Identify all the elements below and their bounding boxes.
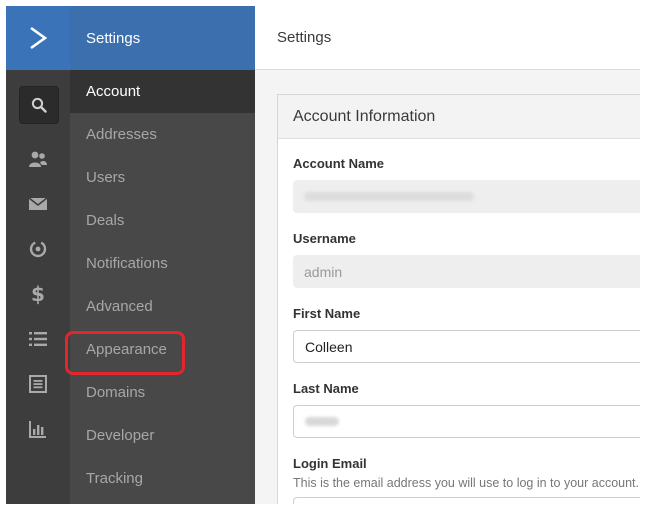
last-name-label: Last Name: [293, 381, 359, 396]
page-title: Settings: [255, 6, 640, 70]
username-value: admin: [304, 263, 343, 280]
login-email-label: Login Email: [293, 456, 367, 471]
search-icon[interactable]: [19, 86, 59, 124]
sidebar-item-developer[interactable]: Developer: [70, 414, 255, 457]
activecampaign-logo-icon[interactable]: [6, 6, 70, 70]
first-name-value: Colleen: [305, 338, 353, 355]
automations-icon[interactable]: [6, 234, 70, 264]
first-name-label: First Name: [293, 306, 361, 321]
icon-rail: $: [6, 6, 70, 504]
sidebar-item-advanced[interactable]: Advanced: [70, 285, 255, 328]
username-label: Username: [293, 231, 356, 246]
deals-dollar-icon[interactable]: $: [6, 279, 70, 309]
main-content: Settings Account Information Account Nam…: [255, 6, 640, 504]
sidebar-item-domains[interactable]: Domains: [70, 371, 255, 414]
account-name-label: Account Name: [293, 156, 385, 171]
reports-icon[interactable]: [6, 414, 70, 444]
login-email-input[interactable]: [293, 497, 640, 504]
app-window: $ Settings Account Addresses Users Deals…: [6, 6, 640, 504]
sidebar-item-deals[interactable]: Deals: [70, 199, 255, 242]
username-field: admin: [293, 255, 640, 288]
first-name-input[interactable]: Colleen: [293, 330, 640, 363]
login-email-help: This is the email address you will use t…: [293, 476, 640, 490]
card-title: Account Information: [278, 95, 640, 139]
redacted-value: [304, 192, 474, 201]
sidebar-item-addresses[interactable]: Addresses: [70, 113, 255, 156]
account-name-field: [293, 180, 640, 213]
sidebar-item-notifications[interactable]: Notifications: [70, 242, 255, 285]
sidebar-item-tracking[interactable]: Tracking: [70, 457, 255, 500]
sidebar-title: Settings: [70, 6, 255, 70]
redacted-value: [305, 417, 339, 426]
campaigns-mail-icon[interactable]: [6, 189, 70, 219]
sidebar-item-users[interactable]: Users: [70, 156, 255, 199]
sidebar-item-appearance[interactable]: Appearance: [70, 328, 255, 371]
sidebar-item-account[interactable]: Account: [70, 70, 255, 113]
settings-sidebar: Settings Account Addresses Users Deals N…: [70, 6, 255, 504]
last-name-input[interactable]: [293, 405, 640, 438]
forms-icon[interactable]: [6, 369, 70, 399]
lists-icon[interactable]: [6, 324, 70, 354]
contacts-icon[interactable]: [6, 144, 70, 174]
account-information-card: Account Information Account Name Usernam…: [277, 94, 640, 504]
